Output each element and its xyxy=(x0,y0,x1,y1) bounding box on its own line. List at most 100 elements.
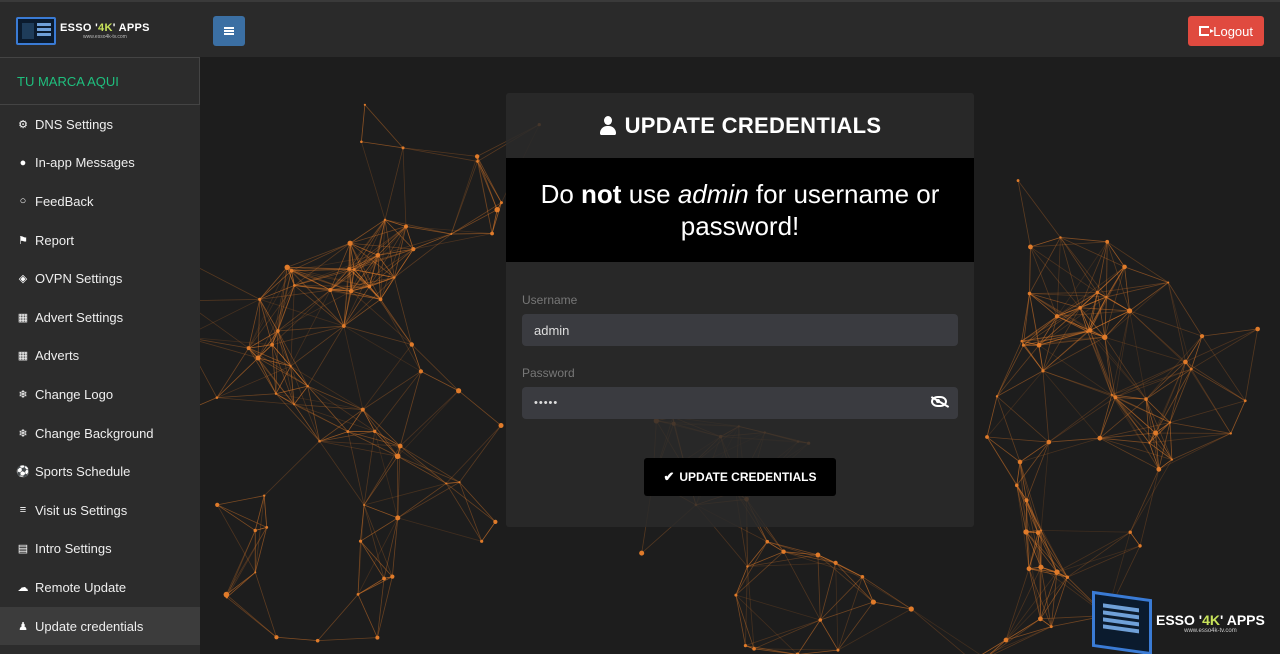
network-node xyxy=(743,643,748,648)
network-line xyxy=(402,147,407,227)
network-line xyxy=(745,619,821,646)
network-line xyxy=(459,425,502,483)
username-field[interactable]: admin xyxy=(522,314,958,346)
network-line xyxy=(996,344,1040,397)
network-node xyxy=(870,599,876,605)
network-node xyxy=(1097,435,1103,441)
brand-logo[interactable]: ESSO '4K' APPS www.esso4k-tv.com xyxy=(0,2,200,59)
snowflake-icon: ❄ xyxy=(18,427,28,440)
network-node xyxy=(383,218,387,221)
sidebar-item-visit-us-settings[interactable]: ≡ Visit us Settings xyxy=(0,491,200,530)
menu-toggle-button[interactable] xyxy=(213,16,245,46)
network-node xyxy=(494,207,500,213)
warning-banner: Do not use admin for username or passwor… xyxy=(506,158,974,262)
sidebar-item-dns-settings[interactable]: ⚙ DNS Settings xyxy=(0,105,200,144)
sidebar-item-change-background[interactable]: ❄ Change Background xyxy=(0,414,200,453)
network-line xyxy=(200,268,260,300)
sidebar-item-remote-update[interactable]: ☁ Remote Update xyxy=(0,568,200,607)
sidebar-item-change-logo[interactable]: ❄ Change Logo xyxy=(0,375,200,414)
network-line xyxy=(402,147,478,157)
network-line xyxy=(226,572,256,595)
network-node xyxy=(1028,244,1033,250)
network-line xyxy=(1089,330,1116,398)
network-line xyxy=(481,521,496,542)
network-node xyxy=(215,502,220,507)
network-node xyxy=(490,231,494,236)
network-node xyxy=(373,429,377,434)
grid-icon: ▦ xyxy=(17,350,29,363)
logout-button[interactable]: Logout xyxy=(1188,16,1264,46)
network-line xyxy=(1067,531,1131,578)
sidebar-item-adverts[interactable]: ▦ Adverts xyxy=(0,337,200,376)
network-line xyxy=(1048,397,1116,443)
network-node xyxy=(284,264,290,270)
network-node xyxy=(1036,342,1042,348)
network-line xyxy=(1104,337,1116,398)
network-node xyxy=(1003,637,1009,643)
network-node xyxy=(833,560,838,565)
network-line xyxy=(363,504,398,519)
sidebar-item-intro-settings[interactable]: ▤ Intro Settings xyxy=(0,530,200,569)
network-node xyxy=(315,638,320,643)
network-line xyxy=(735,551,784,596)
network-node xyxy=(499,201,503,205)
eye-slash-icon[interactable] xyxy=(931,396,947,407)
network-node xyxy=(1105,239,1110,244)
network-line xyxy=(459,482,483,542)
network-line xyxy=(797,649,839,654)
network-node xyxy=(1122,264,1127,270)
network-line xyxy=(376,578,385,638)
network-node xyxy=(746,565,749,568)
network-node xyxy=(378,297,383,302)
password-field[interactable]: ••••• xyxy=(522,387,958,419)
sidebar-item-advert-settings[interactable]: ▦ Advert Settings xyxy=(0,298,200,337)
chat-icon: ● xyxy=(19,156,27,169)
sidebar-item-update-credentials[interactable]: ♟ Update credentials xyxy=(0,606,200,646)
network-line xyxy=(226,527,268,595)
network-line xyxy=(1060,237,1107,298)
comment-icon: ○ xyxy=(19,195,27,208)
sidebar-item-sports-schedule[interactable]: ⚽ Sports Schedule xyxy=(0,452,200,491)
network-node xyxy=(306,384,309,388)
network-line xyxy=(1030,246,1058,317)
network-node xyxy=(328,287,333,293)
football-icon: ⚽ xyxy=(16,466,30,479)
network-line xyxy=(1023,345,1044,372)
password-label: Password xyxy=(522,366,575,380)
network-line xyxy=(248,347,277,394)
network-line xyxy=(1016,441,1050,486)
update-credentials-button[interactable]: ✔ UPDATE CREDENTIALS xyxy=(644,458,836,496)
network-line xyxy=(402,147,478,162)
network-node xyxy=(289,365,292,368)
network-node xyxy=(1054,569,1060,575)
network-line xyxy=(1185,361,1246,402)
network-line xyxy=(217,495,265,506)
network-line xyxy=(357,594,378,638)
sidebar-item-ovpn-settings[interactable]: ◈ OVPN Settings xyxy=(0,259,200,298)
network-node xyxy=(1148,441,1151,444)
network-node xyxy=(1110,393,1113,396)
network-node xyxy=(1017,459,1023,465)
network-node xyxy=(1153,430,1159,436)
network-line xyxy=(1029,246,1031,294)
sidebar-brand-tag[interactable]: TU MARCA AQUI xyxy=(0,57,200,105)
network-line xyxy=(384,147,404,220)
network-line xyxy=(380,299,422,372)
network-node xyxy=(474,154,480,159)
network-line xyxy=(254,527,268,573)
network-line xyxy=(290,289,331,367)
network-line xyxy=(361,104,366,142)
sidebar-item-report[interactable]: ⚑ Report xyxy=(0,221,200,260)
film-icon: ▤ xyxy=(17,543,29,556)
network-line xyxy=(1019,437,1100,463)
network-line xyxy=(393,277,413,345)
network-node xyxy=(276,329,280,333)
sidebar-item-feedback[interactable]: ○ FeedBack xyxy=(0,182,200,221)
network-node xyxy=(274,635,279,640)
sidebar-item-in-app-messages[interactable]: ● In-app Messages xyxy=(0,144,200,183)
network-node xyxy=(752,647,756,651)
network-line xyxy=(1185,361,1232,434)
monitor-icon xyxy=(1092,590,1152,654)
network-line xyxy=(376,576,393,638)
network-line xyxy=(819,576,863,621)
